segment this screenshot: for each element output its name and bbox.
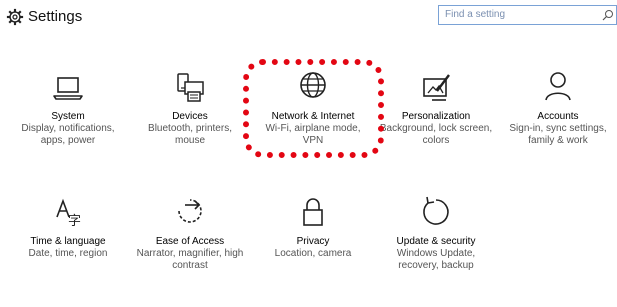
paint-icon	[423, 74, 450, 101]
tile-accounts[interactable]: Accounts Sign-in, sync settings, family …	[497, 70, 617, 182]
globe-icon	[300, 72, 326, 98]
gear-icon	[6, 8, 24, 26]
search-box[interactable]	[438, 5, 617, 25]
tile-privacy[interactable]: Privacy Location, camera	[252, 195, 374, 307]
lock-icon	[303, 198, 323, 226]
header-bar: Settings	[0, 0, 617, 34]
tile-title: Time & language	[30, 236, 106, 247]
tile-time-language[interactable]: 字 Time & language Date, time, region	[7, 195, 129, 307]
tile-description: Location, camera	[274, 248, 352, 259]
update-icon	[423, 196, 449, 225]
tile-description: Windows Update, recovery, backup	[396, 248, 476, 271]
search-input[interactable]	[445, 8, 595, 22]
tile-description: Display, notifications, apps, power	[21, 123, 115, 146]
tile-description: Sign-in, sync settings, family & work	[509, 123, 607, 146]
tile-system[interactable]: System Display, notifications, apps, pow…	[7, 70, 129, 182]
tile-title: System	[51, 111, 85, 122]
time-language-icon: 字	[56, 198, 81, 229]
tile-description: Wi-Fi, airplane mode, VPN	[265, 123, 361, 146]
tile-title: Privacy	[296, 236, 330, 247]
ease-of-access-icon	[178, 199, 202, 223]
tile-title: Accounts	[537, 111, 579, 122]
laptop-icon	[53, 77, 83, 100]
devices-icon	[177, 73, 204, 102]
page-title: Settings	[28, 8, 83, 25]
person-icon	[545, 72, 571, 101]
svg-text:字: 字	[68, 214, 81, 229]
tile-description: Narrator, magnifier, high contrast	[136, 248, 244, 271]
tile-personalization[interactable]: Personalization Background, lock screen,…	[375, 70, 497, 182]
tile-title: Network & Internet	[271, 111, 355, 122]
tile-update-security[interactable]: Update & security Windows Update, recove…	[375, 195, 497, 307]
tile-description: Background, lock screen, colors	[379, 123, 493, 146]
tile-description: Bluetooth, printers, mouse	[148, 123, 232, 146]
tile-title: Devices	[172, 111, 208, 122]
tile-ease-of-access[interactable]: Ease of Access Narrator, magnifier, high…	[129, 195, 251, 307]
search-icon[interactable]	[602, 9, 614, 21]
tile-title: Personalization	[401, 111, 471, 122]
tile-title: Ease of Access	[155, 236, 225, 247]
tile-network-internet[interactable]: Network & Internet Wi-Fi, airplane mode,…	[252, 70, 374, 182]
tile-description: Date, time, region	[28, 248, 108, 259]
tile-title: Update & security	[396, 236, 476, 247]
tile-devices[interactable]: Devices Bluetooth, printers, mouse	[129, 70, 251, 182]
